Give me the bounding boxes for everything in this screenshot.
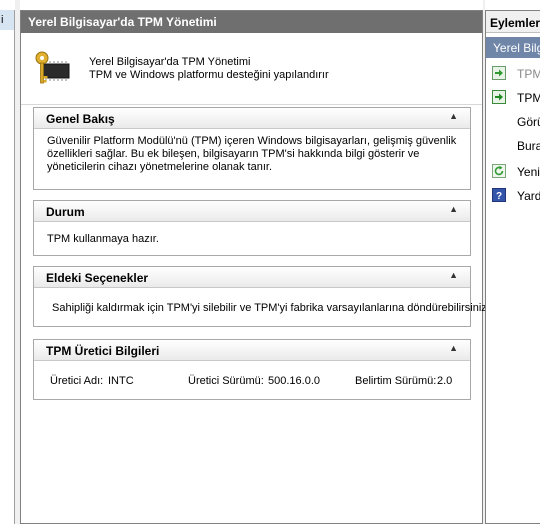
main-pane-title-bar: Yerel Bilgisayar'da TPM Yönetimi — [21, 11, 482, 33]
snapin-header: Yerel Bilgisayar'da TPM Yönetimi TPM ve … — [21, 33, 482, 105]
options-panel-title: Eldeki Seçenekler — [46, 271, 149, 285]
manufacturer-panel-title: TPM Üretici Bilgileri — [46, 344, 160, 358]
green-arrow-icon — [492, 66, 506, 80]
actions-pane-title-bar: Eylemler — [486, 11, 540, 33]
main-pane-title: Yerel Bilgisayar'da TPM Yönetimi — [28, 15, 217, 29]
collapse-arrow-icon[interactable]: ▲ — [449, 343, 458, 353]
snapin-header-description: TPM ve Windows platformu desteğini yapıl… — [89, 69, 329, 81]
specification-version-value: 2.0 — [437, 375, 453, 387]
options-panel: Eldeki Seçenekler ▲ Sahipliği kaldırmak … — [33, 266, 490, 327]
action-item-new-window[interactable]: Bura — [486, 135, 540, 155]
main-pane: Yerel Bilgisayar'da TPM Yönetimi Yerel B… — [20, 10, 490, 524]
action-item-label: Yard — [517, 189, 540, 203]
status-text: TPM kullanmaya hazır. — [47, 233, 159, 245]
tpm-chip-key-icon — [35, 51, 70, 84]
snapin-header-title: Yerel Bilgisayar'da TPM Yönetimi — [89, 56, 251, 68]
status-panel: Durum ▲ TPM kullanmaya hazır. — [33, 200, 471, 256]
manufacturer-panel: TPM Üretici Bilgileri ▲ Üretici Adı: INT… — [33, 339, 471, 400]
actions-pane: Eylemler Yerel Bilg TPM TPM Görü Bura Ye… — [485, 10, 540, 524]
action-item-refresh[interactable]: Yeni — [486, 161, 540, 181]
manufacturer-version-value: 500.16.0.0 — [268, 375, 320, 387]
overview-text: Güvenilir Platform Modülü'nü (TPM) içere… — [47, 135, 457, 173]
tree-node-label: i — [1, 14, 4, 26]
collapse-arrow-icon[interactable]: ▲ — [449, 270, 458, 280]
actions-section-title: Yerel Bilg — [493, 41, 540, 55]
action-item-label: Yeni — [517, 165, 540, 179]
status-panel-header[interactable]: Durum ▲ — [34, 201, 470, 222]
options-panel-header[interactable]: Eldeki Seçenekler ▲ — [34, 267, 470, 288]
options-text: Sahipliği kaldırmak için TPM'yi silebili… — [52, 302, 490, 314]
manufacturer-version-label: Üretici Sürümü: — [188, 375, 264, 387]
action-item-tpm-1[interactable]: TPM — [486, 63, 540, 83]
manufacturer-name-label: Üretici Adı: — [50, 375, 104, 387]
action-item-view[interactable]: Görü — [486, 111, 540, 131]
selected-tree-node[interactable]: i — [0, 10, 14, 30]
green-arrow-icon — [492, 90, 506, 104]
specification-version-label: Belirtim Sürümü: — [355, 375, 437, 387]
help-icon: ? — [492, 188, 506, 202]
actions-pane-title: Eylemler — [490, 16, 540, 30]
collapse-arrow-icon[interactable]: ▲ — [449, 204, 458, 214]
collapse-arrow-icon[interactable]: ▲ — [449, 111, 458, 121]
action-item-label: Görü — [517, 115, 540, 129]
actions-section-header[interactable]: Yerel Bilg — [486, 37, 540, 58]
status-panel-title: Durum — [46, 205, 85, 219]
manufacturer-panel-header[interactable]: TPM Üretici Bilgileri ▲ — [34, 340, 470, 361]
action-item-label: TPM — [517, 91, 540, 105]
svg-text:?: ? — [496, 191, 502, 202]
overview-panel-title: Genel Bakış — [46, 112, 115, 126]
manufacturer-name-value: INTC — [108, 375, 134, 387]
action-item-help[interactable]: ? Yard — [486, 185, 540, 205]
action-item-label: TPM — [517, 67, 540, 81]
refresh-icon — [492, 164, 506, 178]
action-item-tpm-2[interactable]: TPM — [486, 87, 540, 107]
action-item-label: Bura — [517, 139, 540, 153]
left-navigation-pane[interactable]: i — [0, 10, 15, 524]
overview-panel-header[interactable]: Genel Bakış ▲ — [34, 108, 470, 129]
overview-panel: Genel Bakış ▲ Güvenilir Platform Modülü'… — [33, 107, 471, 190]
